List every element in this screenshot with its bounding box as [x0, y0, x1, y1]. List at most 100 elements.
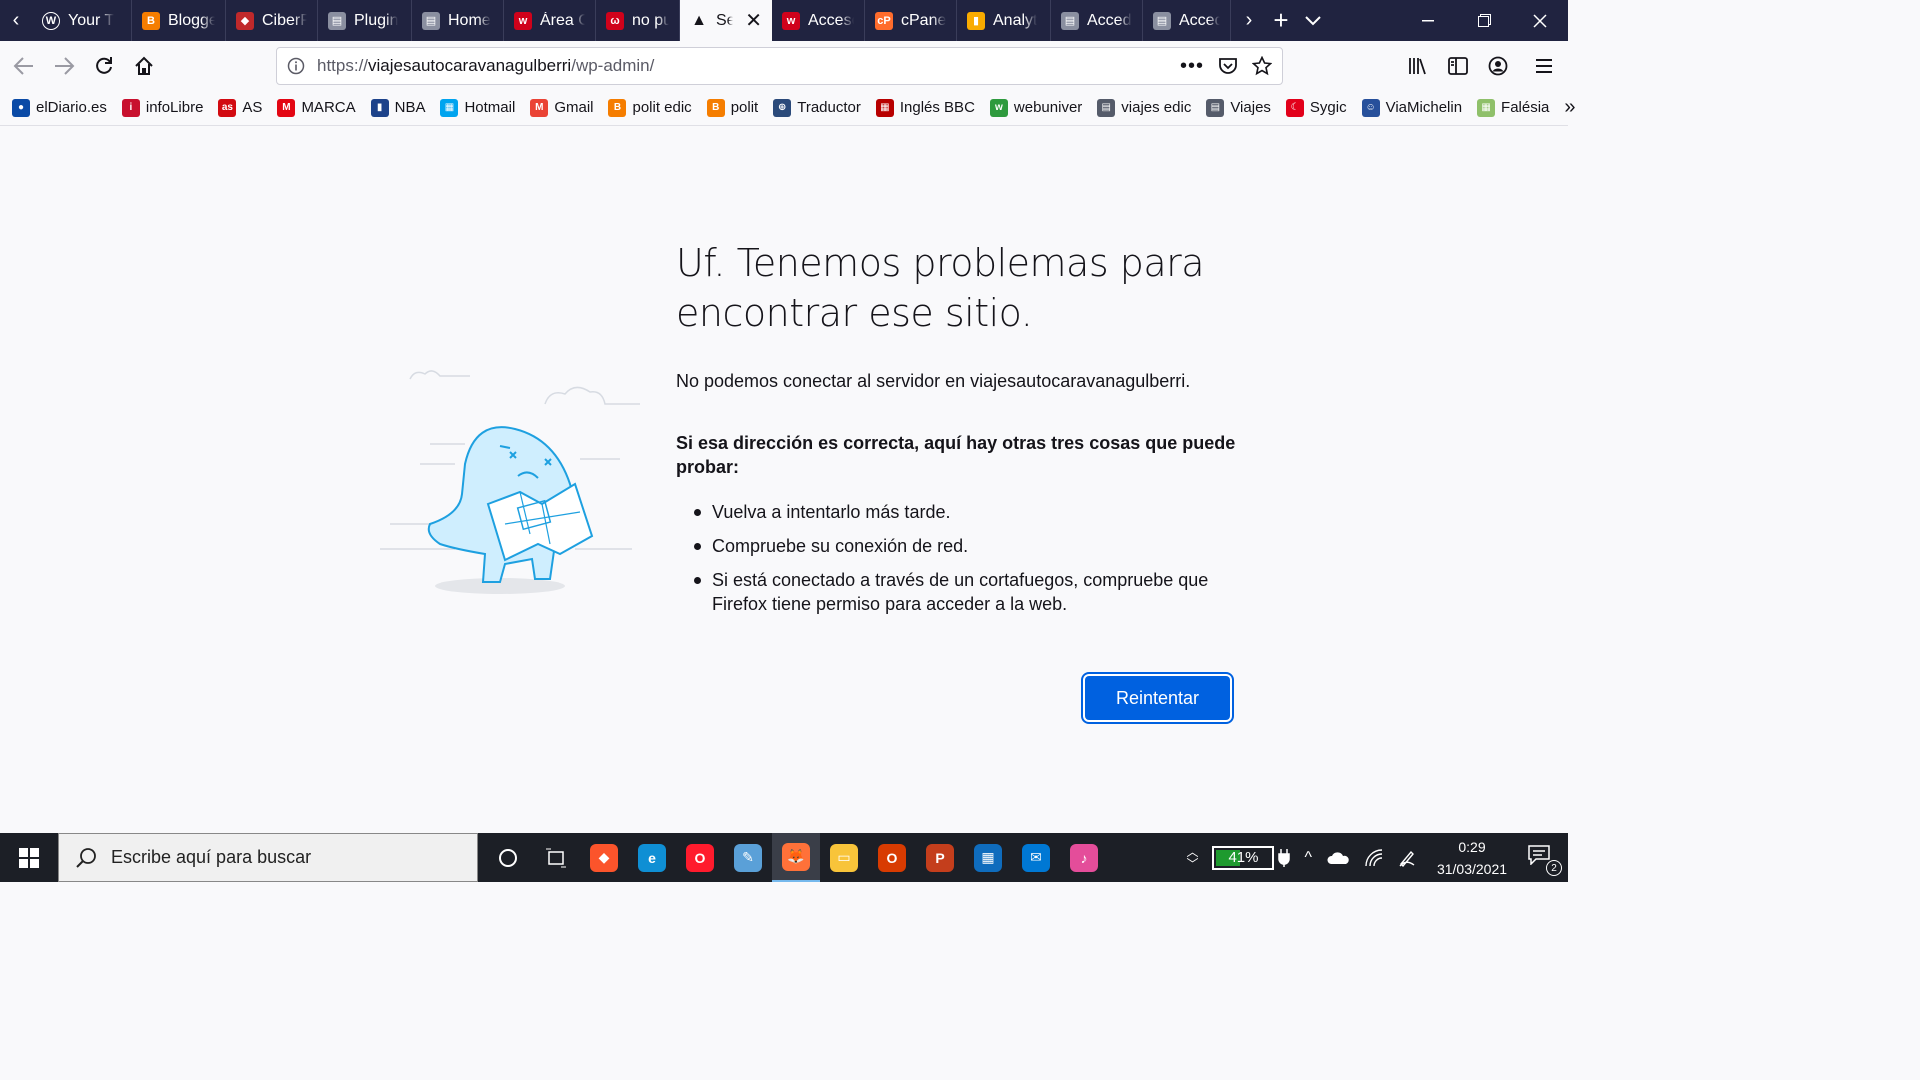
tab[interactable]: B Blogge: [132, 0, 226, 41]
tab-strip: ‹ W Your T B Blogge ◆ CiberP ▤ Plugin ▤ Home w Área…: [0, 0, 1568, 41]
tab[interactable]: ▤ Accede: [1143, 0, 1231, 41]
webempresa-icon: ω: [606, 11, 624, 30]
bookmark-item[interactable]: ▤ Viajes: [1206, 98, 1271, 117]
chevron-down-icon: [1305, 15, 1321, 25]
bookmark-item[interactable]: i infoLibre: [121, 98, 203, 117]
windows-taskbar: Escribe aquí para buscar ◆ e O ✎ 🦊 ▭ O P ▦ ✉ ♪ ︿ ﹀ …: [0, 833, 1568, 882]
bookmark-item[interactable]: ● elDiario.es: [12, 98, 107, 117]
office-app[interactable]: O: [868, 833, 916, 882]
home-button[interactable]: [124, 46, 164, 86]
tab[interactable]: ▤ Accede: [1051, 0, 1143, 41]
back-button[interactable]: [4, 46, 44, 86]
cortana-button[interactable]: [484, 833, 532, 882]
file-explorer-app[interactable]: ▭: [820, 833, 868, 882]
restore-button[interactable]: [1456, 0, 1512, 41]
more-bookmarks-button[interactable]: »: [1564, 96, 1575, 119]
brave-app[interactable]: ◆: [580, 833, 628, 882]
wifi-icon[interactable]: [1364, 848, 1384, 867]
minimize-button[interactable]: [1400, 0, 1456, 41]
bookmark-item[interactable]: ▦ Inglés BBC: [875, 98, 975, 117]
bookmark-star-icon[interactable]: [1252, 56, 1272, 76]
marca-icon: M: [277, 98, 296, 117]
chevron-up-icon[interactable]: ^: [1304, 849, 1312, 867]
tab[interactable]: ▤ Home: [412, 0, 504, 41]
library-icon: [1409, 57, 1426, 74]
bookmark-item[interactable]: M Gmail: [530, 98, 593, 117]
forward-button[interactable]: [44, 46, 84, 86]
tab[interactable]: ω no puc: [596, 0, 680, 41]
tab[interactable]: ◆ CiberP: [226, 0, 318, 41]
tab-title: Your T: [68, 11, 115, 29]
tab[interactable]: cP cPanel: [865, 0, 957, 41]
suggestion-item: Si está conectado a través de un cortafu…: [694, 568, 1252, 616]
close-window-button[interactable]: [1512, 0, 1568, 41]
sidebar-button[interactable]: [1438, 46, 1478, 86]
tab[interactable]: w Área C: [504, 0, 596, 41]
start-button[interactable]: [0, 833, 58, 882]
pocket-icon[interactable]: [1218, 57, 1238, 75]
page-actions-menu-icon[interactable]: •••: [1180, 55, 1204, 78]
list-all-tabs-button[interactable]: [1297, 15, 1329, 26]
bookmark-item[interactable]: ▮ NBA: [370, 98, 425, 117]
pen-icon[interactable]: [1398, 849, 1416, 867]
bookmark-item[interactable]: ▦ Falésia: [1477, 98, 1550, 117]
bookmark-item[interactable]: Bpolit edic: [608, 98, 692, 117]
onedrive-cloud-icon[interactable]: [1326, 851, 1350, 865]
mail-app[interactable]: ✉: [1012, 833, 1060, 882]
itunes-app[interactable]: ♪: [1060, 833, 1108, 882]
address-bar[interactable]: https://viajesautocaravanagulberri/wp-ad…: [276, 47, 1283, 85]
bookmark-item[interactable]: w webuniver: [989, 98, 1082, 117]
eldiario-icon: ●: [12, 98, 30, 117]
navigation-toolbar: https://viajesautocaravanagulberri/wp-ad…: [0, 41, 1568, 90]
error-page: Uf. Tenemos problemas para encontrar ese…: [0, 126, 1568, 833]
firefox-app[interactable]: 🦊: [772, 833, 820, 882]
info-icon[interactable]: [287, 57, 305, 75]
store-app[interactable]: ▦: [964, 833, 1012, 882]
tab[interactable]: ▤ Plugin: [318, 0, 412, 41]
bookmark-item[interactable]: ⊕ Traductor: [773, 98, 861, 117]
close-tab-icon[interactable]: ✕: [745, 8, 762, 33]
scroll-tabs-right-button[interactable]: ›: [1233, 9, 1265, 32]
bookmark-item[interactable]: ☾ Sygic: [1285, 98, 1347, 117]
bookmark-item[interactable]: Bpolit: [706, 98, 758, 117]
bookmark-item[interactable]: M MARCA: [277, 98, 356, 117]
new-tab-button[interactable]: +: [1265, 5, 1297, 36]
task-view-icon: [546, 848, 566, 867]
scroll-tabs-left-button[interactable]: ‹: [0, 0, 32, 41]
globe-icon: ⊕: [773, 98, 792, 117]
library-button[interactable]: [1398, 46, 1438, 86]
page-icon: ▤: [1206, 98, 1225, 117]
clock[interactable]: 0:29 31/03/2021: [1430, 836, 1514, 880]
bookmark-item[interactable]: ▤ viajes edic: [1097, 98, 1191, 117]
webempresa-icon: w: [782, 11, 800, 30]
tab-title: Blogge: [168, 11, 215, 29]
tab[interactable]: W Your T: [32, 0, 132, 41]
battery-indicator[interactable]: 41%: [1212, 845, 1291, 870]
bookmark-item[interactable]: ☺ ViaMichelin: [1361, 98, 1462, 117]
main-menu-button[interactable]: [1524, 46, 1564, 86]
notification-count: 2: [1546, 860, 1562, 876]
cortana-circle-icon: [499, 848, 517, 867]
taskbar-search-box[interactable]: Escribe aquí para buscar: [58, 833, 478, 882]
tab-title: Accede: [1087, 11, 1132, 29]
webuniver-icon: w: [989, 98, 1008, 117]
bookmark-item[interactable]: ▦ Hotmail: [440, 98, 515, 117]
retry-button[interactable]: Reintentar: [1085, 676, 1230, 720]
tab[interactable]: w Acceso: [772, 0, 865, 41]
account-button[interactable]: [1478, 46, 1518, 86]
task-view-button[interactable]: [532, 833, 580, 882]
tab[interactable]: ▲ Ser ✕: [680, 0, 772, 41]
page-icon: ▤: [1097, 98, 1116, 117]
bookmark-label: Traductor: [797, 99, 861, 116]
powerpoint-app[interactable]: P: [916, 833, 964, 882]
bookmark-label: Falésia: [1501, 99, 1550, 116]
action-center-button[interactable]: 2: [1528, 845, 1562, 876]
opera-app[interactable]: O: [676, 833, 724, 882]
edge-app[interactable]: e: [628, 833, 676, 882]
reload-button[interactable]: [84, 46, 124, 86]
close-icon: [1533, 13, 1547, 28]
tray-scroll-icon[interactable]: ︿ ﹀: [1186, 846, 1198, 870]
bookmark-item[interactable]: as AS: [218, 98, 262, 117]
tab[interactable]: ▮ Analyt: [957, 0, 1051, 41]
paint-app[interactable]: ✎: [724, 833, 772, 882]
